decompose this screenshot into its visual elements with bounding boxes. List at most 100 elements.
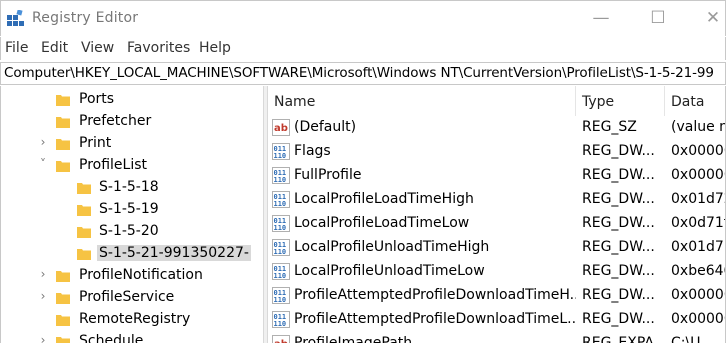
chevron-down-icon[interactable]: ˅ [37,157,49,173]
svg-text:110: 110 [274,200,287,208]
chevron-icon[interactable] [59,245,71,261]
address-path[interactable]: Computer\HKEY_LOCAL_MACHINE\SOFTWARE\Mic… [4,65,714,81]
column-separator[interactable] [575,86,576,116]
menu-help[interactable]: Help [199,40,231,56]
address-bar[interactable]: Computer\HKEY_LOCAL_MACHINE\SOFTWARE\Mic… [0,62,726,85]
chevron-icon[interactable] [59,223,71,239]
folder-icon [56,138,70,150]
tree-item-label: Prefetcher [79,113,152,129]
tree-item-label: ProfileNotification [79,267,203,283]
value-row[interactable]: 011 110 LocalProfileLoadTimeLow REG_DW... 0x… [268,212,726,236]
value-row[interactable]: ab (Default) REG_SZ (value n [268,116,725,140]
menu-view[interactable]: View [81,40,114,56]
value-name: ProfileAttemptedProfileDownloadTimeH... [294,287,576,303]
value-row[interactable]: 011 110 LocalProfileUnloadTimeHigh REG_DW..… [268,236,725,260]
value-type: REG_DW... [582,263,655,279]
column-header-type[interactable]: Type [582,86,614,116]
value-data: 0x00000 [671,287,725,303]
window-title: Registry Editor [32,10,139,26]
menu-favorites[interactable]: Favorites [127,40,190,56]
value-name: ProfileImagePath [294,335,413,343]
close-button[interactable]: ✕ [690,1,726,37]
tree-item-s-1-5-20[interactable]: S-1-5-20 [1,221,263,243]
tree-item-schedule[interactable]: › Schedule [1,331,263,343]
chevron-right-icon[interactable]: › [37,267,49,283]
value-type: REG_DW... [582,143,655,159]
values-pane[interactable]: Name Type Data ab (Default) REG_SZ (value n… [268,86,726,343]
string-value-icon: ab [272,335,290,343]
value-name: LocalProfileLoadTimeHigh [294,191,474,207]
binary-value-icon: 011 110 [272,263,290,280]
folder-icon [77,226,91,238]
folder-icon [56,160,70,172]
chevron-right-icon[interactable]: › [37,333,49,343]
folder-icon [56,314,70,326]
binary-value-icon: 011 110 [272,287,290,304]
chevron-right-icon[interactable]: › [37,135,49,151]
column-header-data[interactable]: Data [671,86,704,116]
tree-item-remoteregistry[interactable]: RemoteRegistry [1,309,263,331]
tree-item-print[interactable]: › Print [1,133,263,155]
svg-text:110: 110 [274,272,287,280]
menu-edit[interactable]: Edit [41,40,68,56]
svg-text:ab: ab [274,339,288,343]
folder-icon [77,248,91,260]
tree-item-label: S-1-5-19 [99,201,159,217]
value-data: 0x00000 [671,143,725,159]
tree-item-profileservice[interactable]: › ProfileService [1,287,263,309]
value-name: LocalProfileUnloadTimeLow [294,263,485,279]
folder-icon [56,270,70,282]
binary-value-icon: 011 110 [272,143,290,160]
value-data: 0x01d72 [671,191,725,207]
chevron-icon[interactable] [37,311,49,327]
tree-item-label: ProfileService [79,289,175,305]
tree-item-s-1-5-19[interactable]: S-1-5-19 [1,199,263,221]
value-type: REG_SZ [582,119,637,135]
value-row[interactable]: 011 110 ProfileAttemptedProfileDownloadTim… [268,308,725,332]
value-name: ProfileAttemptedProfileDownloadTimeL... [294,311,576,327]
value-row[interactable]: ab ProfileImagePath REG_EXPA... C:\U [268,332,725,343]
value-row[interactable]: 011110FullProfile REG_DW... 0x00000 [268,164,725,188]
value-type: REG_DW... [582,287,655,303]
binary-value-icon: 011 110 [272,311,290,328]
chevron-icon[interactable] [37,113,49,129]
tree-item-profilenotification[interactable]: › ProfileNotification [1,265,263,287]
value-name: LocalProfileUnloadTimeHigh [294,239,490,255]
chevron-icon[interactable] [37,91,49,107]
svg-text:110: 110 [274,224,287,232]
column-header-name[interactable]: Name [274,86,315,116]
folder-icon [77,182,91,194]
chevron-right-icon[interactable]: › [37,289,49,305]
tree-item-prefetcher[interactable]: Prefetcher [1,111,263,133]
value-data: 0x0d71f [671,215,726,231]
tree-item-label: S-1-5-20 [99,223,159,239]
tree-item-ports[interactable]: Ports [1,89,263,111]
chevron-icon[interactable] [59,179,71,195]
tree-item-s-1-5-18[interactable]: S-1-5-18 [1,177,263,199]
value-row[interactable]: 011110Flags REG_DW... 0x00000 [268,140,725,164]
chevron-icon[interactable] [59,201,71,217]
tree-item-profilelist[interactable]: ˅ ProfileList [1,155,263,177]
svg-text:ab: ab [274,123,288,134]
binary-value-icon: 011 110 [272,215,290,232]
value-row[interactable]: 011 110 LocalProfileUnloadTimeLow REG_DW...… [268,260,725,284]
folder-icon [56,116,70,128]
value-type: REG_DW... [582,167,655,183]
value-name: Flags [294,143,331,159]
svg-text:110: 110 [274,248,287,256]
minimize-button[interactable]: — [578,1,624,37]
value-type: REG_DW... [582,215,655,231]
value-name: (Default) [294,119,357,135]
binary-value-icon: 011 110 [272,191,290,208]
value-row[interactable]: 011 110 LocalProfileLoadTimeHigh REG_DW... 0… [268,188,725,212]
tree-item-s-1-5-21[interactable]: S-1-5-21-991350227- [1,243,263,265]
value-type: REG_DW... [582,311,655,327]
value-row[interactable]: 011 110 ProfileAttemptedProfileDownloadTim… [268,284,725,308]
menu-file[interactable]: File [5,40,28,56]
maximize-button[interactable]: ☐ [635,1,681,37]
key-tree-pane[interactable]: Ports Prefetcher › Print ˅ ProfileList S… [0,86,263,343]
menu-bar: File Edit View Favorites Help [0,37,726,60]
value-name: FullProfile [294,167,362,183]
column-separator[interactable] [664,86,665,116]
value-data: 0x01d71 [671,239,725,255]
